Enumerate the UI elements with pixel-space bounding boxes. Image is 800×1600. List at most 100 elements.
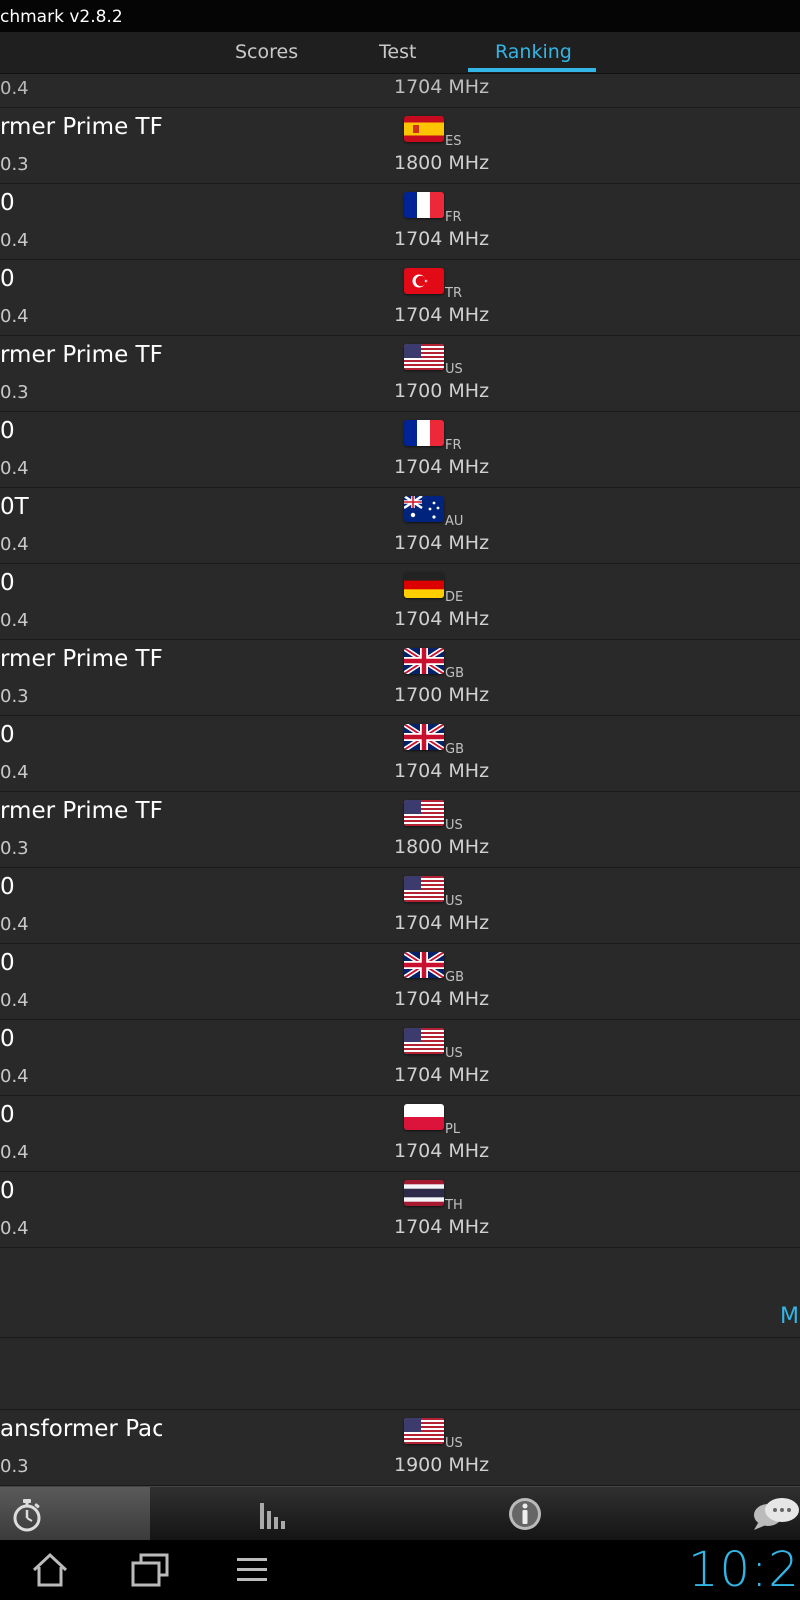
cpu-frequency: 1704 MHz <box>394 608 490 630</box>
action-ranking[interactable] <box>150 1487 350 1541</box>
android-version: 0.4 <box>0 230 29 251</box>
ranking-row[interactable]: 0 0.4 US 1704 MHz <box>0 868 800 944</box>
home-icon[interactable] <box>28 1550 72 1590</box>
android-version: 0.4 <box>0 1066 29 1087</box>
cpu-frequency: 1704 MHz <box>394 912 490 934</box>
tab-test[interactable]: Test <box>379 41 416 63</box>
action-info[interactable] <box>350 1487 700 1541</box>
menu-icon[interactable] <box>230 1550 274 1590</box>
country-code: TH <box>445 1198 463 1213</box>
country-flag-icon <box>404 268 444 294</box>
android-version: 0.4 <box>0 78 29 99</box>
country-code: FR <box>445 438 462 453</box>
country-code: PL <box>445 1122 461 1137</box>
chat-bubbles-icon <box>754 1498 799 1530</box>
bar-chart-icon <box>260 1503 285 1529</box>
ranking-row[interactable]: 0 0.4 PL 1704 MHz <box>0 1096 800 1172</box>
device-name: 0T <box>0 494 29 520</box>
ranking-row[interactable]: 0 0.4 TH 1704 MHz <box>0 1172 800 1248</box>
recent-apps-icon[interactable] <box>128 1550 172 1590</box>
action-feedback[interactable] <box>700 1487 800 1541</box>
cpu-frequency: 1900 MHz <box>394 1454 490 1476</box>
stopwatch-icon <box>13 1499 41 1532</box>
ranking-row[interactable]: 0 0.4 TR 1704 MHz <box>0 260 800 336</box>
ranking-list[interactable]: 0.4TR1704 MHzrmer Prime TF20.3ES1800 MHz… <box>0 74 800 1486</box>
cpu-frequency: 1704 MHz <box>394 1216 490 1238</box>
more-link[interactable]: M <box>780 1304 799 1329</box>
cpu-frequency: 1704 MHz <box>394 228 490 250</box>
ranking-row[interactable]: 0.4TR1704 MHz <box>0 74 800 108</box>
country-code: US <box>445 894 463 909</box>
ranking-row[interactable]: rmer Prime TF2 0.3 ES 1800 MHz <box>0 108 800 184</box>
cpu-frequency: 1700 MHz <box>394 380 490 402</box>
device-name: rmer Prime TF2 <box>0 114 162 140</box>
cpu-frequency: 1704 MHz <box>394 1064 490 1086</box>
info-icon <box>509 1498 541 1530</box>
country-flag-icon <box>404 1104 444 1130</box>
cpu-frequency: 1800 MHz <box>394 836 490 858</box>
device-name: rmer Prime TF2 <box>0 342 162 368</box>
title-bar: chmark v2.8.2 <box>0 0 800 32</box>
device-name: 0 <box>0 266 15 292</box>
tab-scores[interactable]: Scores <box>235 41 298 63</box>
device-name: 0 <box>0 1026 15 1052</box>
ranking-row[interactable]: 0 0.4 FR 1704 MHz <box>0 184 800 260</box>
active-tab-indicator <box>468 68 596 72</box>
empty-row <box>0 1266 800 1338</box>
android-version: 0.4 <box>0 990 29 1011</box>
android-version: 0.3 <box>0 686 29 707</box>
android-version: 0.4 <box>0 762 29 783</box>
country-flag-icon <box>404 724 444 750</box>
ranking-row[interactable]: 0 0.4 US 1704 MHz <box>0 1020 800 1096</box>
ranking-row[interactable]: rmer Prime TF2 0.3 US 1800 MHz <box>0 792 800 868</box>
tab-ranking[interactable]: Ranking <box>495 41 572 63</box>
country-code: GB <box>445 970 464 985</box>
android-version: 0.4 <box>0 610 29 631</box>
ranking-row[interactable]: rmer Prime TF2 0.3 US 1700 MHz <box>0 336 800 412</box>
ranking-row[interactable]: 0T 0.4 AU 1704 MHz <box>0 488 800 564</box>
cpu-frequency: 1700 MHz <box>394 684 490 706</box>
country-flag-icon <box>404 572 444 598</box>
country-flag-icon <box>404 800 444 826</box>
country-code: ES <box>445 134 462 149</box>
ranking-row[interactable]: 0 0.4 GB 1704 MHz <box>0 716 800 792</box>
country-code: GB <box>445 666 464 681</box>
action-benchmark[interactable] <box>0 1487 150 1541</box>
ranking-row[interactable]: 0 0.4 GB 1704 MHz <box>0 944 800 1020</box>
cpu-frequency: 1704 MHz <box>394 532 490 554</box>
country-code: US <box>445 818 463 833</box>
device-name: 0 <box>0 1178 15 1204</box>
country-code: US <box>445 1436 463 1451</box>
status-clock: 10:25 <box>688 1542 800 1598</box>
android-version: 0.3 <box>0 838 29 859</box>
tab-bar: Scores Test Ranking <box>0 32 800 74</box>
country-code: TR <box>445 286 462 301</box>
country-flag-icon <box>404 192 444 218</box>
country-flag-icon <box>404 648 444 674</box>
android-version: 0.4 <box>0 306 29 327</box>
country-flag-icon <box>404 1180 444 1206</box>
bottom-action-bar <box>0 1486 800 1541</box>
country-flag-icon <box>404 344 444 370</box>
app-title: chmark v2.8.2 <box>0 7 123 27</box>
country-code: DE <box>445 590 464 605</box>
cpu-frequency: 1704 MHz <box>394 988 490 1010</box>
country-code: AU <box>445 514 464 529</box>
device-name: ansformer Pac <box>0 1416 162 1442</box>
ranking-row[interactable]: ansformer Pac 0.3 US 1900 MHz <box>0 1410 800 1486</box>
cpu-frequency: 1704 MHz <box>394 76 490 98</box>
android-version: 0.4 <box>0 914 29 935</box>
cpu-frequency: 1704 MHz <box>394 1140 490 1162</box>
country-code: US <box>445 1046 463 1061</box>
country-flag-icon <box>404 116 444 142</box>
ranking-row[interactable]: rmer Prime TF2 0.3 GB 1700 MHz <box>0 640 800 716</box>
device-name: rmer Prime TF2 <box>0 646 162 672</box>
country-flag-icon <box>404 496 444 522</box>
ranking-row[interactable]: 0 0.4 DE 1704 MHz <box>0 564 800 640</box>
country-flag-icon <box>404 1418 444 1444</box>
ranking-row[interactable]: 0 0.4 FR 1704 MHz <box>0 412 800 488</box>
device-name: rmer Prime TF2 <box>0 798 162 824</box>
country-flag-icon <box>404 876 444 902</box>
empty-row <box>0 1338 800 1410</box>
device-name: 0 <box>0 722 15 748</box>
